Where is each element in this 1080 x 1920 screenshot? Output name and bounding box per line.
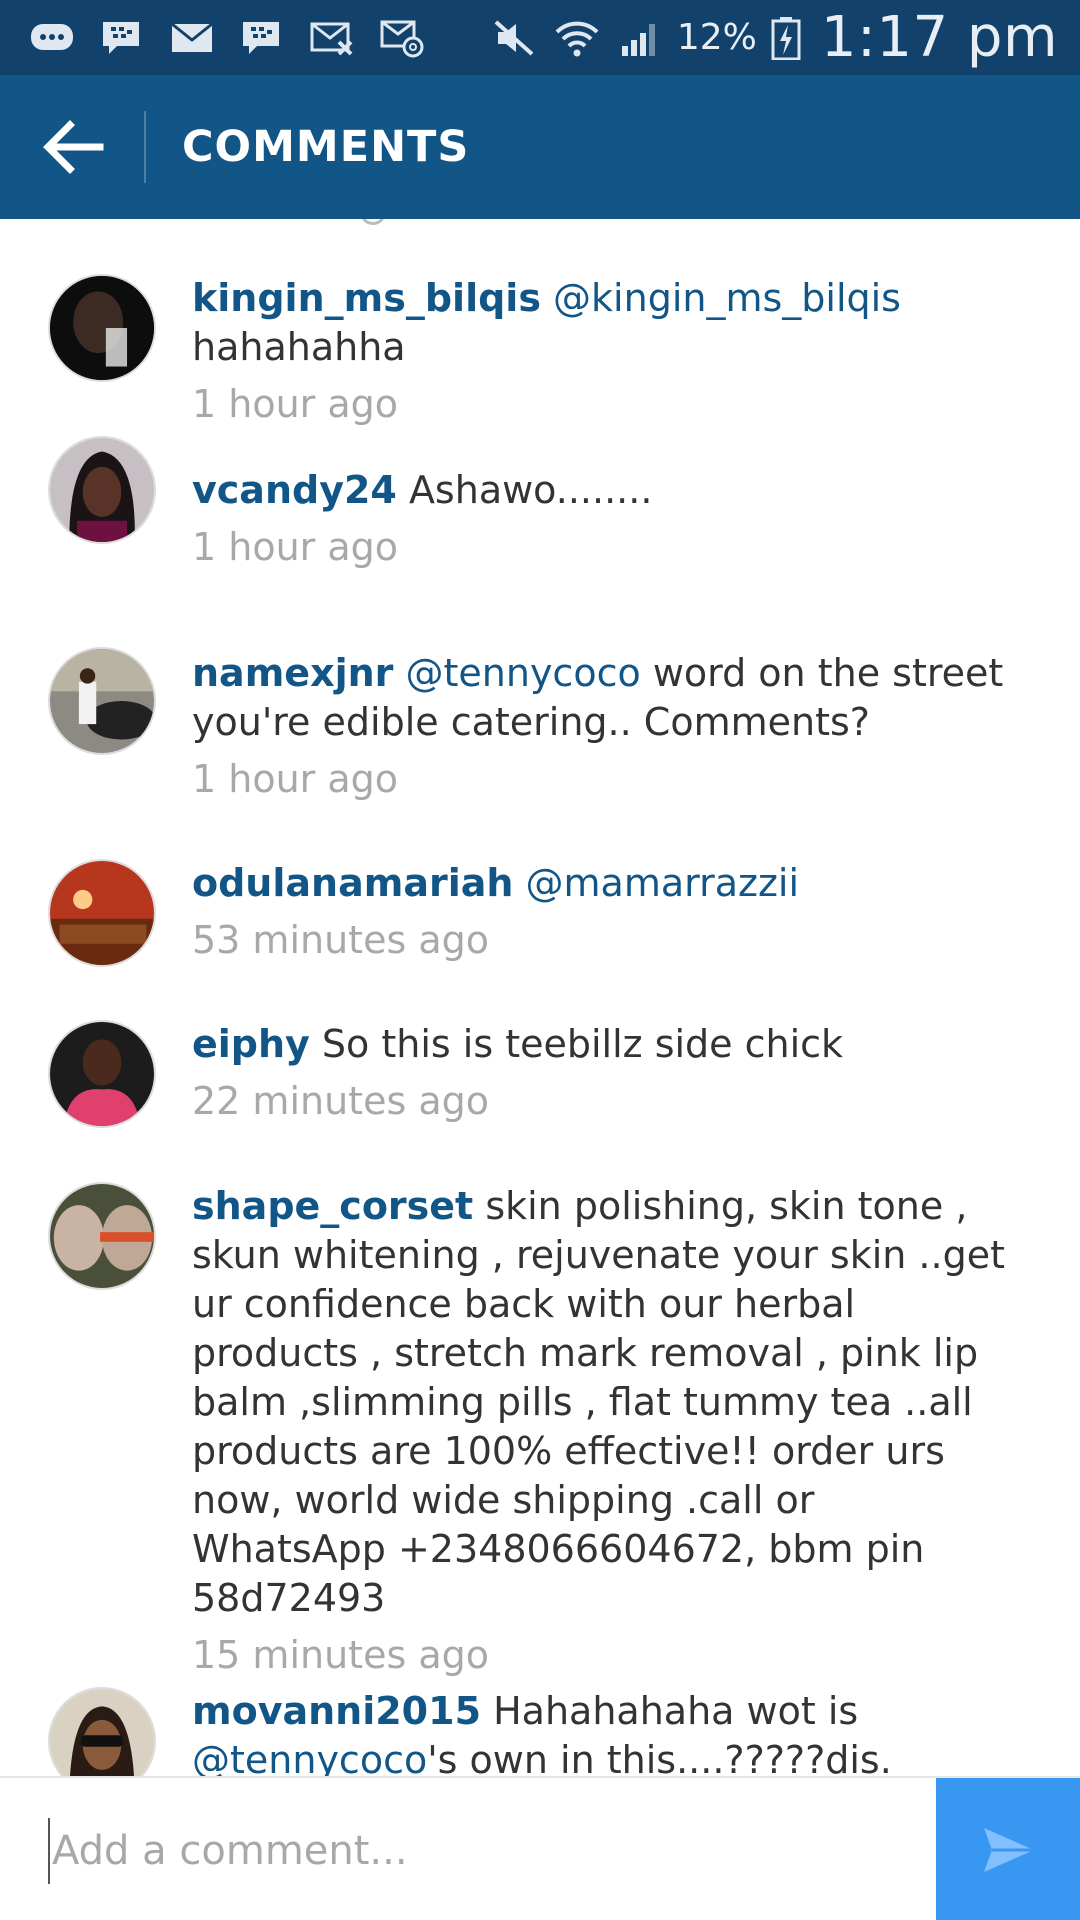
comment-mention[interactable]: @tennycoco (192, 1738, 427, 1776)
comment-text: skin polishing, skin tone , skun whiteni… (192, 1184, 1005, 1620)
comment-input[interactable] (48, 1818, 908, 1884)
chat-bubble-icon (28, 16, 76, 60)
comment-body: eiphy So this is teebillz side chick 22 … (192, 1020, 1012, 1126)
comment-timestamp: 1 hour ago (192, 525, 399, 569)
status-bar: 12% 1:17 pm (0, 0, 1080, 75)
comment-mention[interactable]: @tennycoco (406, 651, 641, 695)
comment-mention[interactable]: @kingin_ms_bilqis (553, 276, 901, 320)
comment-body: odulanamariah @mamarrazzii 53 minutes ag… (192, 859, 1012, 965)
missed-mail-icon (308, 16, 356, 60)
mail-icon (168, 16, 216, 60)
comment-username[interactable]: shape_corset (192, 1184, 473, 1228)
comment-username[interactable]: movanni2015 (192, 1689, 481, 1733)
comment-body: namexjnr @tennycoco word on the street y… (192, 649, 1012, 804)
avatar[interactable] (48, 274, 156, 382)
comment-timestamp: 53 minutes ago (192, 918, 489, 962)
comment-text: So this is teebillz side chick (321, 1022, 844, 1066)
comment-text: Ashawo........ (408, 468, 653, 512)
comment-username[interactable]: odulanamariah (192, 861, 513, 905)
send-icon (984, 1828, 1034, 1872)
comment-timestamp: 1 hour ago (192, 382, 399, 426)
comment-body: movanni2015 Hahahahaha wot is @tennycoco… (192, 1687, 1012, 1776)
back-button[interactable] (0, 75, 144, 219)
app-bar: COMMENTS (0, 75, 1080, 219)
clock: 1:17 pm (820, 5, 1058, 70)
comment-body: shape_corset skin polishing, skin tone ,… (192, 1182, 1012, 1680)
scrolled-text-fragment (360, 219, 386, 225)
avatar[interactable] (48, 436, 156, 544)
comment-body: vcandy24 Ashawo........ 1 hour ago (192, 466, 1012, 572)
comment-timestamp: 15 minutes ago (192, 1633, 489, 1677)
comment-text: Hahahahaha wot is (493, 1689, 859, 1733)
arrow-left-icon (43, 120, 104, 174)
avatar[interactable] (48, 1687, 156, 1776)
mute-icon (491, 16, 539, 60)
comment-username[interactable]: vcandy24 (192, 468, 397, 512)
battery-charging-icon (771, 16, 801, 60)
avatar[interactable] (48, 647, 156, 755)
wifi-icon (553, 16, 601, 60)
app-bar-divider (144, 111, 146, 183)
avatar[interactable] (48, 859, 156, 967)
comment-username[interactable]: eiphy (192, 1022, 310, 1066)
email-at-icon (378, 16, 426, 60)
comment-timestamp: 22 minutes ago (192, 1079, 489, 1123)
comment-timestamp: 1 hour ago (192, 757, 399, 801)
system-status: 12% 1:17 pm (491, 0, 1058, 75)
avatar[interactable] (48, 1020, 156, 1128)
comment-mention[interactable]: @mamarrazzii (526, 861, 799, 905)
avatar[interactable] (48, 1182, 156, 1290)
comments-list[interactable]: kingin_ms_bilqis @kingin_ms_bilqis hahah… (0, 219, 1080, 1776)
page-title: COMMENTS (182, 122, 470, 172)
comment-body: kingin_ms_bilqis @kingin_ms_bilqis hahah… (192, 274, 1012, 429)
comment-username[interactable]: kingin_ms_bilqis (192, 276, 541, 320)
bbm-icon (98, 16, 146, 60)
send-button[interactable] (936, 1778, 1080, 1920)
signal-icon (615, 16, 663, 60)
comment-text: hahahahha (192, 325, 406, 369)
comment-username[interactable]: namexjnr (192, 651, 393, 695)
battery-percent: 12% (676, 17, 757, 58)
bbm-icon (238, 16, 286, 60)
notification-icons (0, 16, 426, 60)
comment-input-bar (0, 1776, 1080, 1920)
